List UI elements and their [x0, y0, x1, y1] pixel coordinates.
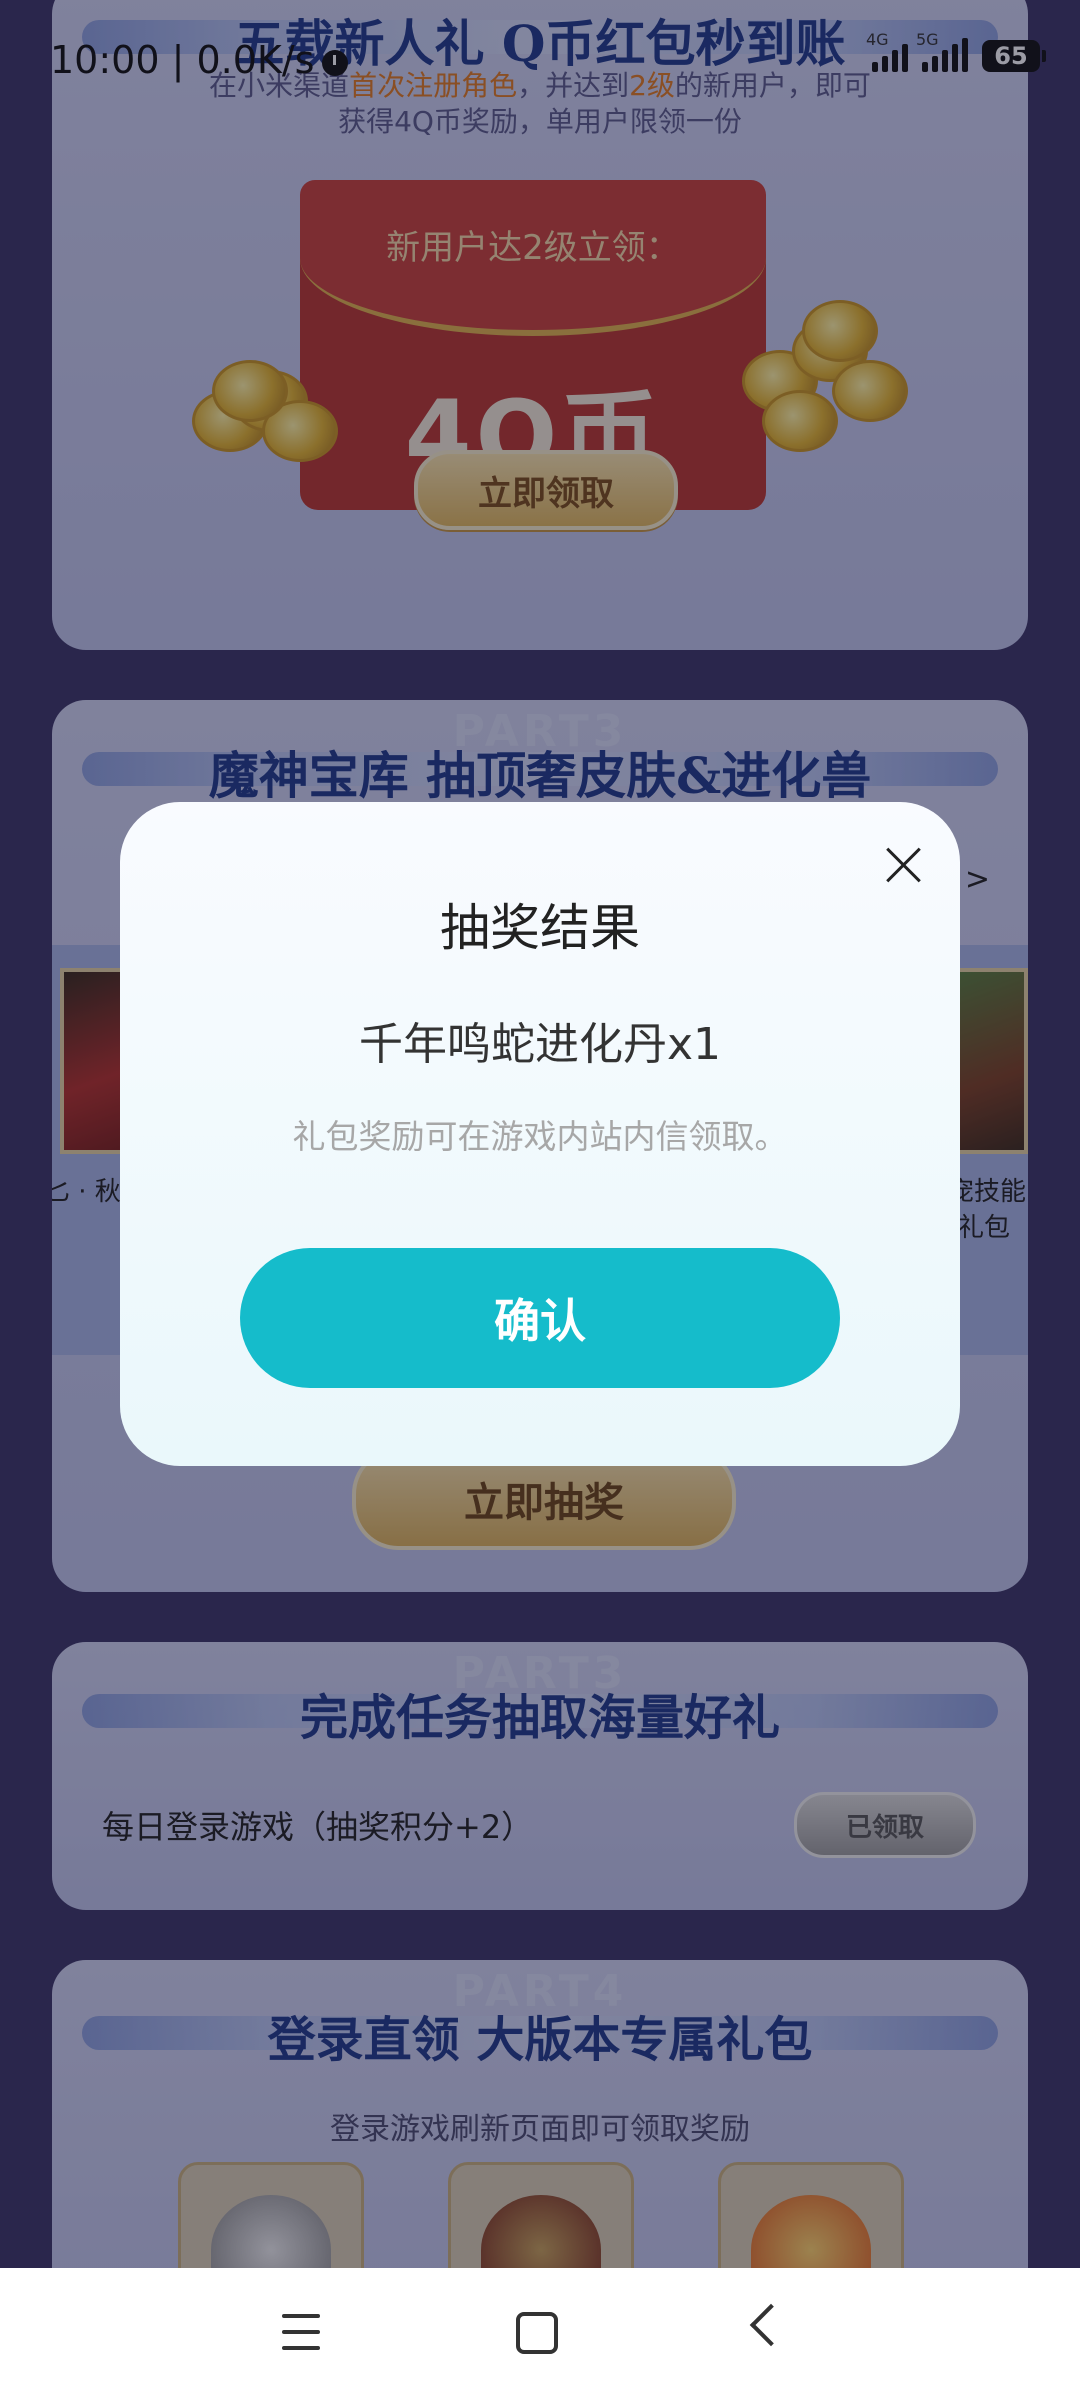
prize-note: 礼包奖励可在游戏内站内信领取。	[292, 1117, 788, 1156]
home-icon[interactable]	[516, 2312, 558, 2354]
close-icon[interactable]	[884, 846, 922, 884]
prize-name: 千年鸣蛇进化丹x1	[358, 1019, 722, 1070]
system-nav-bar	[0, 2268, 1080, 2400]
dialog-title: 抽奖结果	[440, 899, 640, 957]
confirm-button[interactable]: 确认	[240, 1248, 840, 1388]
menu-icon[interactable]	[282, 2314, 320, 2350]
back-icon[interactable]	[749, 2303, 793, 2347]
draw-result-dialog: 抽奖结果 千年鸣蛇进化丹x1 礼包奖励可在游戏内站内信领取。 确认	[120, 802, 960, 1466]
